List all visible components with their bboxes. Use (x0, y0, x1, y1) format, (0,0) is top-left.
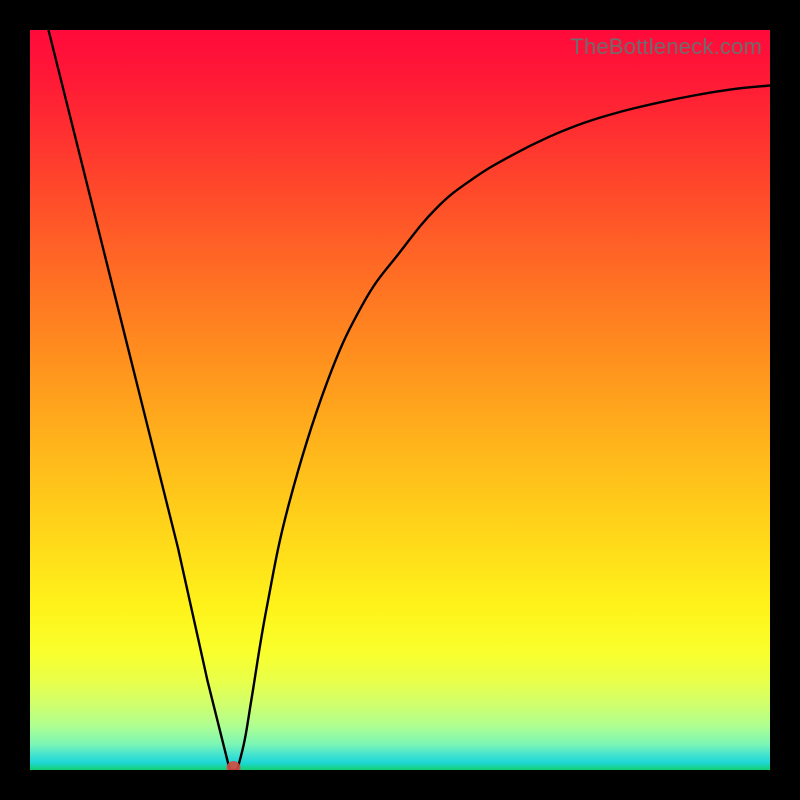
bottleneck-curve-path (30, 30, 770, 770)
chart-plot-area: TheBottleneck.com (30, 30, 770, 770)
chart-stage: TheBottleneck.com (0, 0, 800, 800)
chart-curve-svg (30, 30, 770, 770)
